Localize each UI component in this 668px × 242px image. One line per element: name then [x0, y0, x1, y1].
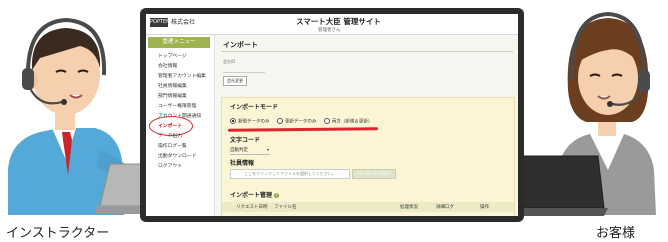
sidebar-item-admin-account[interactable]: 管理者アカウント編集: [158, 72, 206, 79]
app-header: POPTEM 株式会社 スマート大臣 管理サイト 管理者さん: [146, 14, 518, 35]
col-action: 操作: [480, 205, 489, 210]
sidebar-item-department[interactable]: 部門情報編集: [158, 92, 187, 99]
radio-new-only-label: 新規データのみ: [238, 119, 270, 125]
user-name: 管理者さん: [318, 28, 341, 33]
help-icon[interactable]: ?: [274, 193, 280, 198]
annotation-underline: [227, 127, 379, 132]
employee-info-title-text: 社員情報: [230, 160, 255, 167]
col-status: 処理状況: [400, 205, 418, 210]
instructor-caption: インストラクター: [6, 226, 110, 241]
company-id-field[interactable]: [223, 65, 265, 73]
sidebar-item-employee[interactable]: 社員情報編集: [158, 82, 187, 89]
sidebar-item-operation-log[interactable]: 操作ログ一覧: [158, 142, 187, 149]
import-mode-options: 新規データのみ 更新データのみ 両方（新規＆更新）: [230, 118, 372, 126]
radio-both[interactable]: [323, 118, 330, 124]
title-divider: [221, 51, 513, 52]
radio-update-only[interactable]: [276, 118, 283, 124]
file-select-field[interactable]: ここをクリックしてファイルを選択してください。: [230, 169, 350, 179]
site-title: スマート大臣 管理サイト: [296, 17, 381, 26]
employee-info-title: 社員情報: [230, 158, 254, 167]
import-mode-title: インポートモード: [230, 104, 279, 111]
import-upload-button[interactable]: インポートボタン: [352, 169, 396, 179]
col-file-name: ファイル名: [274, 205, 297, 210]
sidebar-item-company[interactable]: 会社情報: [158, 62, 177, 69]
char-code-select[interactable]: 自動判定 ▾: [230, 147, 270, 155]
app-screen: POPTEM 株式会社 スマート大臣 管理サイト 管理者さん 管理メニュー トッ…: [146, 14, 518, 216]
import-manage-title: インポート管理?: [230, 190, 280, 199]
sidebar: 管理メニュー トップページ 会社情報 管理者アカウント編集 社員情報編集 部門情…: [146, 35, 215, 216]
company-name: 株式会社: [171, 19, 196, 26]
col-detail-log: 詳細ログ: [436, 205, 454, 210]
radio-update-only-label: 更新データのみ: [284, 119, 317, 125]
import-manage-title-text: インポート管理: [230, 192, 273, 199]
col-request-time: リクエスト日時: [236, 205, 268, 210]
sidebar-item-top[interactable]: トップページ: [158, 52, 187, 59]
monitor-frame: POPTEM 株式会社 スマート大臣 管理サイト 管理者さん 管理メニュー トッ…: [140, 8, 524, 222]
annotation-circle: [149, 116, 193, 136]
sidebar-item-logout[interactable]: ログアウト: [158, 162, 182, 169]
company-change-button[interactable]: 会社変更: [223, 76, 247, 86]
import-table-header: リクエスト日時 ファイル名 処理状況 詳細ログ 操作: [222, 202, 514, 212]
chevron-down-icon: ▾: [266, 147, 269, 152]
sidebar-item-user-permission[interactable]: ユーザー権限管理: [158, 102, 196, 109]
import-panel: インポートモード 新規データのみ 更新データのみ 両方（新規＆更新） 文字コード…: [221, 97, 515, 216]
company-logo: POPTEM: [150, 18, 171, 27]
sidebar-item-download[interactable]: 出勤ダウンロード: [158, 152, 196, 159]
customer-caption: お客様: [596, 226, 636, 241]
page-title: インポート: [223, 41, 258, 49]
char-code-title: 文字コード: [230, 137, 261, 144]
radio-new-only[interactable]: [230, 118, 236, 124]
sidebar-header: 管理メニュー: [148, 37, 210, 48]
char-code-value: 自動判定: [230, 148, 248, 153]
main-content: インポート 会社ID 会社変更 インポートモード 新規データのみ 更新データのみ…: [215, 35, 518, 216]
radio-both-label: 両方（新規＆更新）: [331, 119, 373, 125]
